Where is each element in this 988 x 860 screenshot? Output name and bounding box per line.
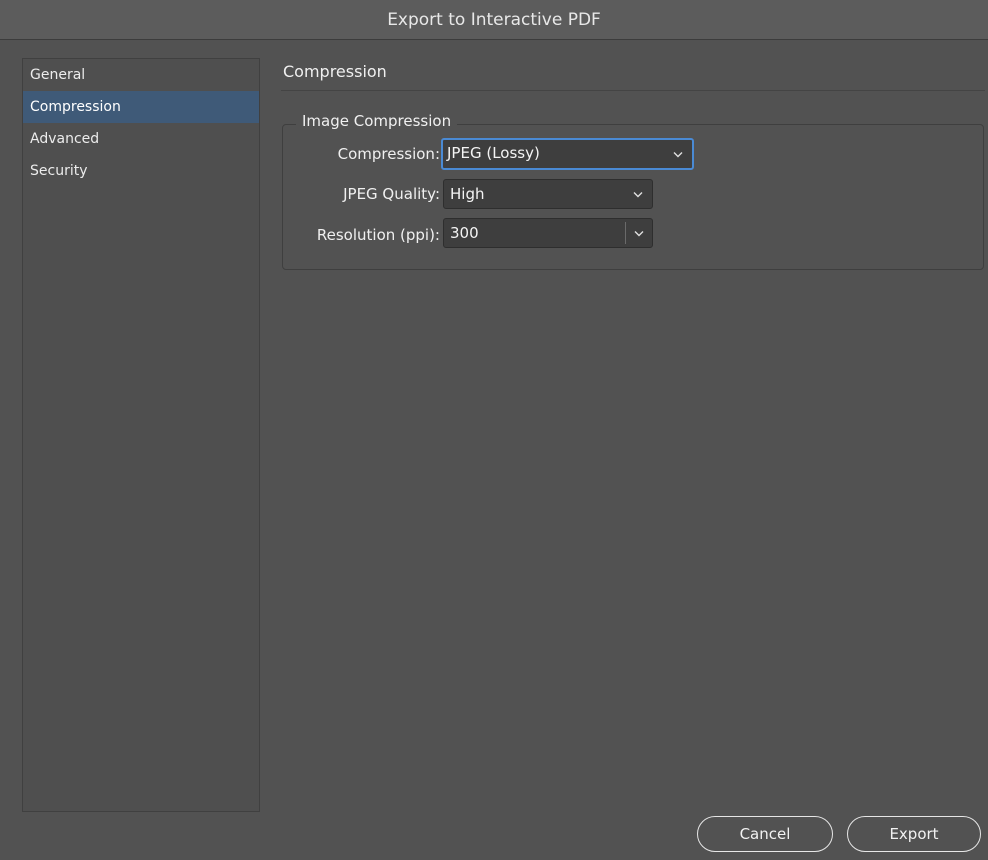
export-button[interactable]: Export [847, 816, 981, 852]
combo-divider [625, 222, 626, 244]
jpeg-quality-value: High [450, 185, 485, 203]
sidebar-item-general[interactable]: General [23, 59, 259, 91]
section-divider [281, 90, 985, 91]
chevron-down-icon[interactable] [627, 219, 651, 247]
window-title-bar: Export to Interactive PDF [0, 0, 988, 40]
jpeg-quality-label: JPEG Quality: [343, 185, 440, 203]
sidebar-item-security[interactable]: Security [23, 155, 259, 187]
chevron-down-icon [626, 180, 650, 208]
group-title: Image Compression [296, 112, 458, 130]
compression-value: JPEG (Lossy) [447, 144, 540, 162]
compression-dropdown[interactable]: JPEG (Lossy) [441, 138, 694, 170]
compression-label: Compression: [337, 145, 440, 163]
resolution-value[interactable]: 300 [450, 219, 479, 247]
resolution-combobox[interactable]: 300 [443, 218, 653, 248]
chevron-down-icon [666, 140, 690, 168]
cancel-button[interactable]: Cancel [697, 816, 833, 852]
sidebar: General Compression Advanced Security [22, 58, 260, 812]
section-title: Compression [283, 62, 387, 81]
jpeg-quality-dropdown[interactable]: High [443, 179, 653, 209]
resolution-label: Resolution (ppi): [316, 226, 440, 244]
window-title: Export to Interactive PDF [387, 9, 601, 30]
sidebar-item-advanced[interactable]: Advanced [23, 123, 259, 155]
sidebar-item-compression[interactable]: Compression [23, 91, 259, 123]
